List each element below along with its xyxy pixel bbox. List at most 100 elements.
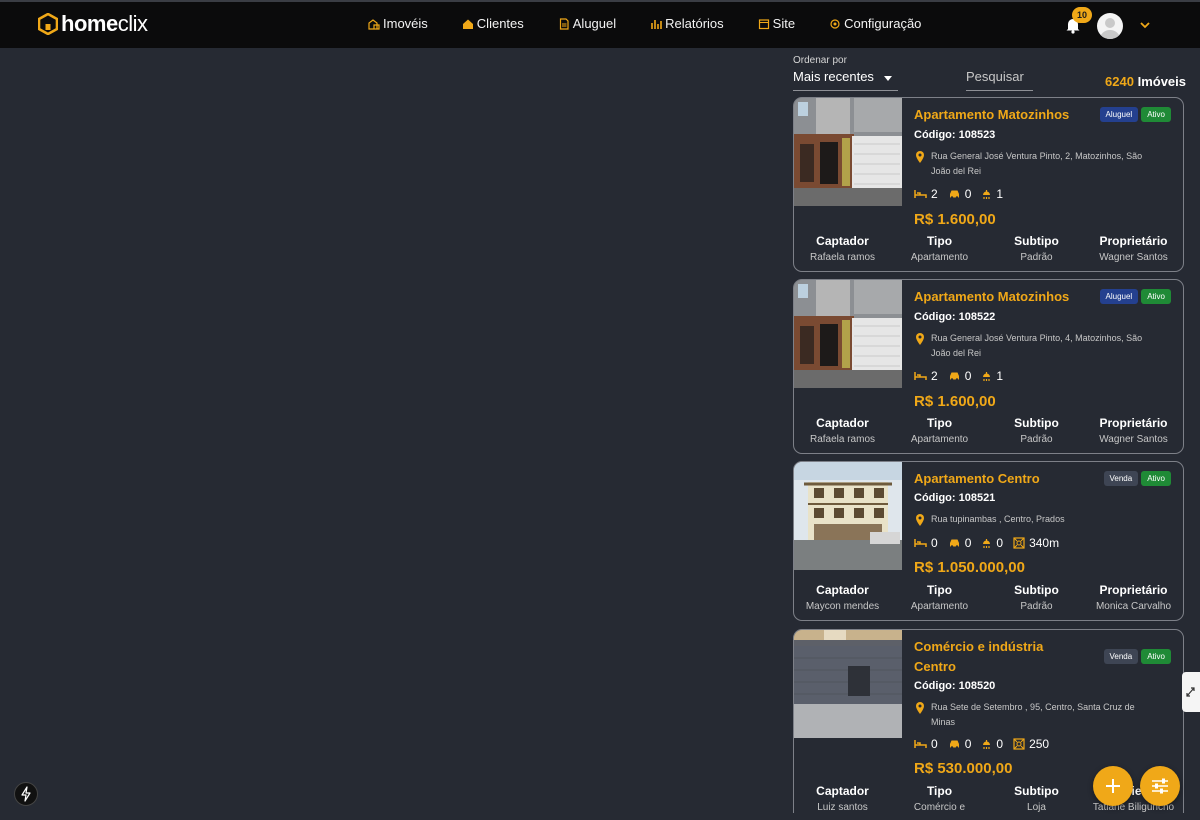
filter-button[interactable] [1140, 766, 1180, 806]
bathrooms-count: 0 [996, 737, 1004, 751]
shower-icon [983, 538, 991, 548]
status-badge: Ativo [1141, 649, 1171, 664]
buildings-icon [368, 18, 380, 30]
user-avatar[interactable] [1097, 13, 1123, 39]
property-card[interactable]: Apartamento Matozinhos Aluguel Ativo Cód… [793, 97, 1184, 272]
nav-label: Imovéis [383, 16, 428, 31]
nav-item-configuracao[interactable]: Configuração [829, 16, 921, 31]
property-card[interactable]: Apartamento Centro Venda Ativo Código: 1… [793, 461, 1184, 621]
plus-icon [1106, 779, 1120, 793]
nav-item-aluguel[interactable]: Aluguel [558, 16, 616, 31]
nav-label: Configuração [844, 16, 922, 31]
property-title[interactable]: Apartamento Centro [914, 469, 1084, 489]
car-icon [949, 372, 959, 381]
captador-col: Captador Luiz santos [794, 784, 891, 813]
bar-chart-icon [651, 19, 662, 29]
property-photo [794, 462, 902, 570]
proprietario-header: Proprietário [1099, 416, 1168, 430]
property-price: R$ 1.600,00 [914, 393, 996, 410]
property-address: Rua Sete de Setembro , 95, Centro, Santa… [915, 700, 1160, 730]
nav-item-imoveis[interactable]: Imovéis [368, 16, 428, 31]
property-photo [794, 98, 902, 206]
property-meta: Captador Rafaela ramos Tipo Apartamento Su… [794, 416, 1183, 445]
property-title[interactable]: Apartamento Matozinhos [914, 105, 1084, 125]
garage: 0 [948, 187, 972, 201]
address-text: Rua tupinambas , Centro, Prados [931, 514, 1065, 524]
proprietario-header: Proprietário [1099, 234, 1168, 248]
nav-item-clientes[interactable]: Clientes [462, 16, 524, 31]
side-panel-toggle[interactable] [1182, 672, 1200, 712]
deal-badge: Venda [1103, 649, 1139, 664]
subtipo-col: Subtipo Padrão [988, 583, 1085, 612]
add-property-button[interactable] [1093, 766, 1133, 806]
tipo-header: Tipo [926, 583, 953, 597]
search-input[interactable]: Pesquisar [966, 69, 1033, 91]
property-features: 2 0 1 [914, 369, 1013, 383]
homeclix-logo[interactable]: homeclix [38, 11, 148, 36]
area-ruler-icon [1013, 738, 1025, 750]
property-code: Código: 108520 [914, 680, 996, 692]
subtipo-header: Subtipo [1014, 784, 1059, 798]
subtipo-col: Subtipo Padrão [988, 234, 1085, 263]
caret-down-icon [884, 76, 892, 81]
garage: 0 [948, 536, 972, 550]
bed-icon [914, 190, 927, 198]
expand-arrows-icon [1186, 687, 1195, 697]
garage-count: 0 [964, 187, 972, 201]
status-badges: Venda Ativo [1103, 649, 1171, 664]
quick-action-button[interactable] [14, 782, 38, 806]
bathrooms: 0 [981, 737, 1003, 751]
property-title[interactable]: Apartamento Matozinhos [914, 287, 1084, 307]
bathrooms-count: 1 [996, 369, 1004, 383]
proprietario-col: Proprietário Wagner Santos [1085, 416, 1182, 445]
captador-value: Luiz santos [817, 802, 868, 813]
sort-label: Ordenar por [793, 55, 847, 66]
property-meta: Captador Maycon mendes Tipo Apartamento Su… [794, 583, 1183, 612]
deal-badge: Venda [1103, 471, 1139, 486]
subtipo-header: Subtipo [1014, 234, 1059, 248]
property-card[interactable]: Apartamento Matozinhos Aluguel Ativo Cód… [793, 279, 1184, 454]
bedrooms-count: 0 [931, 737, 938, 751]
proprietario-value: Wagner Santos [1099, 434, 1168, 445]
property-photo [794, 280, 902, 388]
subtipo-col: Subtipo Padrão [988, 416, 1085, 445]
bed-icon [914, 539, 927, 547]
document-icon [559, 17, 569, 30]
car-icon [949, 740, 959, 749]
bedrooms: 2 [914, 187, 938, 201]
logo-text-primary: home [61, 11, 118, 36]
tipo-col: Tipo Comércio e [891, 784, 988, 813]
proprietario-col: Proprietário Monica Carvalho [1085, 583, 1182, 612]
proprietario-value: Wagner Santos [1099, 252, 1168, 263]
captador-value: Rafaela ramos [809, 252, 876, 263]
property-features: 0 0 0 250 [914, 737, 1059, 751]
property-price: R$ 1.600,00 [914, 211, 996, 228]
nav-item-relatorios[interactable]: Relatórios [650, 16, 724, 31]
subtipo-header: Subtipo [1014, 416, 1059, 430]
tipo-header: Tipo [926, 234, 953, 248]
subtipo-value: Padrão [1020, 434, 1053, 445]
property-address: Rua tupinambas , Centro, Prados [915, 512, 1160, 527]
sort-select[interactable]: Mais recentes [793, 69, 898, 91]
garage: 0 [948, 737, 971, 751]
chevron-down-icon[interactable] [1139, 19, 1151, 31]
property-title[interactable]: Comércio e indústria Centro [914, 637, 1084, 677]
deal-badge: Aluguel [1099, 289, 1139, 304]
captador-header: Captador [816, 784, 869, 798]
nav-item-site[interactable]: Site [758, 16, 795, 31]
area-value: 340m [1029, 536, 1060, 550]
property-features: 0 0 0 340m [914, 536, 1069, 550]
car-icon [949, 539, 959, 548]
sort-value: Mais recentes [793, 69, 874, 84]
garage-count: 0 [964, 536, 972, 550]
tipo-value: Apartamento [910, 434, 969, 445]
bed-icon [914, 372, 927, 380]
bathrooms-count: 0 [996, 536, 1004, 550]
shower-icon [983, 739, 991, 749]
property-count: 6240 Imóveis [1105, 74, 1186, 89]
subtipo-value: Loja [1027, 802, 1046, 813]
status-badges: Aluguel Ativo [1099, 289, 1171, 304]
garage-count: 0 [964, 369, 972, 383]
area-ruler-icon [1013, 537, 1025, 549]
user-icon [1100, 18, 1120, 39]
